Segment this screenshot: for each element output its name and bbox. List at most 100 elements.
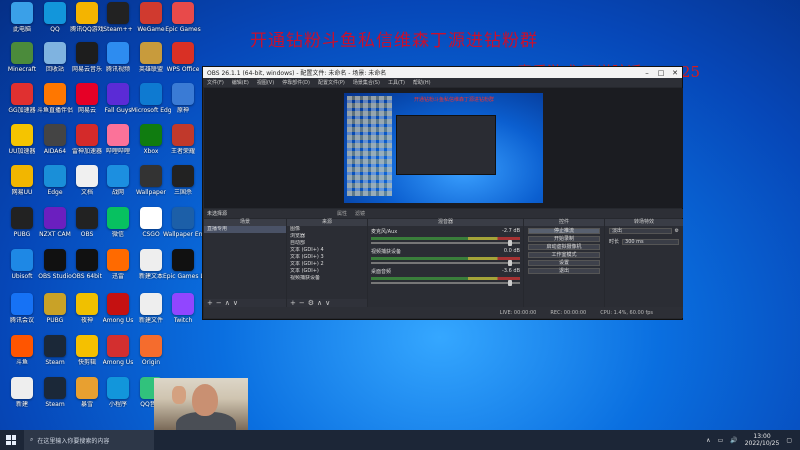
filters-button[interactable]: 滤镜 — [355, 210, 365, 217]
mixer-channel-header: 麦克风/Aux -2.7 dB — [371, 228, 520, 235]
properties-button[interactable]: 属性 — [337, 210, 347, 217]
taskbar-search[interactable]: ⌕ 在这里输入你要搜索的内容 — [24, 430, 154, 450]
stream-overlay-title: 开通钻粉斗鱼私信维森丁源进钻粉群 — [250, 31, 538, 51]
source-item[interactable]: 自动部 — [287, 240, 367, 247]
wallpaper-icon — [140, 165, 162, 187]
source-item[interactable]: 图像 — [287, 226, 367, 233]
close-icon[interactable]: ✕ — [668, 69, 682, 77]
clock-date: 2022/10/25 — [744, 440, 780, 447]
desktop-icon[interactable]: 原神 — [163, 83, 203, 114]
menu-help[interactable]: 帮助(H) — [413, 79, 431, 86]
source-item[interactable]: 文本 (GDI+) 4 — [287, 247, 367, 254]
desktop-icon[interactable]: 王者荣耀 — [163, 124, 203, 155]
source-item[interactable]: 文本 (GDI+) — [287, 268, 367, 275]
duration-input[interactable]: 300 ms — [622, 238, 679, 245]
menu-edit[interactable]: 编辑(E) — [232, 79, 249, 86]
volume-slider[interactable] — [371, 260, 520, 266]
xunlei-icon — [107, 249, 129, 271]
desktop-icon-label: Wallpaper — [135, 189, 166, 196]
minimize-icon[interactable]: – — [640, 69, 654, 77]
transition-settings-icon[interactable]: ⚙ — [675, 228, 679, 234]
menu-scene-collection[interactable]: 场景集合(S) — [353, 79, 380, 86]
desktop-icon[interactable]: WPS Office — [163, 42, 203, 73]
source-item[interactable]: 文本 (GDI+) 2 — [287, 261, 367, 268]
recycle-bin-icon — [44, 42, 66, 64]
scene-item[interactable]: 直播专用 — [204, 226, 286, 233]
desktop-icon[interactable]: Epic Games — [163, 2, 203, 33]
volume-icon[interactable]: 🔊 — [730, 437, 737, 444]
preview-nested-obs — [396, 115, 496, 175]
wegame-icon — [140, 2, 162, 24]
mixer-channel-name: 桌面音频 — [371, 269, 392, 275]
transition-type-select[interactable]: 淡出 — [609, 228, 672, 234]
newfile-icon — [11, 377, 33, 399]
control-button[interactable]: 设置 — [528, 260, 600, 266]
mixer-channel-name: 视频捕获设备 — [371, 249, 402, 255]
epic-icon — [172, 249, 194, 271]
control-button[interactable]: 停止推流 — [528, 228, 600, 234]
sources-dock: 来源 图像 浏览器 自动部 文本 (GDI+) 4 文本 (GDI+) 3 文本 (GDI… — [287, 219, 367, 307]
desktop-icon-label: Origin — [141, 359, 161, 366]
notification-icon[interactable]: ▢ — [786, 437, 792, 444]
control-button[interactable]: 退出 — [528, 268, 600, 274]
desktop-icon[interactable]: Wallpaper Engine — [163, 207, 203, 238]
obs-window[interactable]: OBS 26.1.1 (64-bit, windows) - 配置文件: 未命名… — [202, 66, 683, 320]
desktop-icon[interactable]: Twitch — [163, 293, 203, 324]
volume-slider[interactable] — [371, 280, 520, 286]
desktop-icon[interactable]: Origin — [131, 335, 171, 366]
desktop-icon-label: 快剪辑 — [77, 359, 96, 366]
desktop-icon-label: Twitch — [173, 317, 193, 324]
netease-icon — [76, 42, 98, 64]
desktop-icon-label: 夜神 — [80, 317, 93, 324]
menu-profile[interactable]: 配置文件(P) — [318, 79, 345, 86]
desktop-icon[interactable]: 三国杀 — [163, 165, 203, 196]
network-icon[interactable]: ▭ — [718, 437, 724, 444]
source-item[interactable]: 文本 (GDI+) 3 — [287, 254, 367, 261]
source-item[interactable]: 浏览器 — [287, 233, 367, 240]
lol-icon — [140, 42, 162, 64]
sources-dock-toolbar[interactable]: +−⚙∧∨ — [287, 299, 367, 307]
menu-tools[interactable]: 工具(T) — [388, 79, 405, 86]
control-button[interactable]: 工作室模式 — [528, 252, 600, 258]
desktop-icon-label: UU加速器 — [8, 148, 36, 155]
battlenet-icon — [107, 165, 129, 187]
genshin-icon — [172, 83, 194, 105]
fallguys-icon — [107, 83, 129, 105]
mixer-dock-title: 混音器 — [368, 219, 523, 226]
source-item[interactable]: 视频捕获设备 — [287, 275, 367, 282]
duration-label: 时长 — [609, 239, 620, 245]
desktop-icon-label: 三国杀 — [173, 189, 192, 196]
bilibili-icon — [107, 124, 129, 146]
obs-preview[interactable]: 开通钻粉斗鱼私信维森丁源进钻粉群 — [204, 88, 683, 208]
amongus2-icon — [107, 335, 129, 357]
nzxt-icon — [44, 207, 66, 229]
desktop-icon-label: Edge — [47, 189, 63, 196]
desktop-icon-label: Fall Guys — [104, 107, 132, 114]
minecraft-icon — [11, 42, 33, 64]
menu-file[interactable]: 文件(F) — [207, 79, 224, 86]
start-button[interactable] — [0, 430, 22, 450]
desktop-icon-label: Epic Games Launcher — [163, 273, 203, 280]
sgs-icon — [172, 165, 194, 187]
maximize-icon[interactable]: □ — [654, 69, 668, 77]
obs-icon — [76, 207, 98, 229]
control-button[interactable]: 启动虚拟摄像机 — [528, 244, 600, 250]
video-icon — [107, 42, 129, 64]
volume-slider[interactable] — [371, 240, 520, 246]
scenes-dock-toolbar[interactable]: +−∧∨ — [204, 299, 286, 307]
mixer-channel-db: -3.6 dB — [502, 268, 520, 274]
obs-titlebar[interactable]: OBS 26.1.1 (64-bit, windows) - 配置文件: 未命名… — [203, 67, 682, 78]
meeting-icon — [11, 293, 33, 315]
clock[interactable]: 13:00 2022/10/25 — [745, 433, 780, 447]
menu-docks[interactable]: 停靠部件(D) — [282, 79, 310, 86]
control-button[interactable]: 开始录制 — [528, 236, 600, 242]
menu-view[interactable]: 视图(V) — [257, 79, 274, 86]
desktop-icon[interactable]: Epic Games Launcher — [163, 249, 203, 280]
system-tray: ∧ ▭ 🔊 13:00 2022/10/25 ▢ — [706, 433, 800, 447]
mixer-channel-name: 麦克风/Aux — [371, 229, 398, 235]
qq-icon — [44, 2, 66, 24]
chevron-up-icon[interactable]: ∧ — [706, 437, 710, 444]
document-icon — [76, 165, 98, 187]
taskbar: ⌕ 在这里输入你要搜索的内容 ∧ ▭ 🔊 13:00 2022/10/25 ▢ — [0, 430, 800, 450]
mixer-channel-header: 桌面音频 -3.6 dB — [371, 268, 520, 275]
